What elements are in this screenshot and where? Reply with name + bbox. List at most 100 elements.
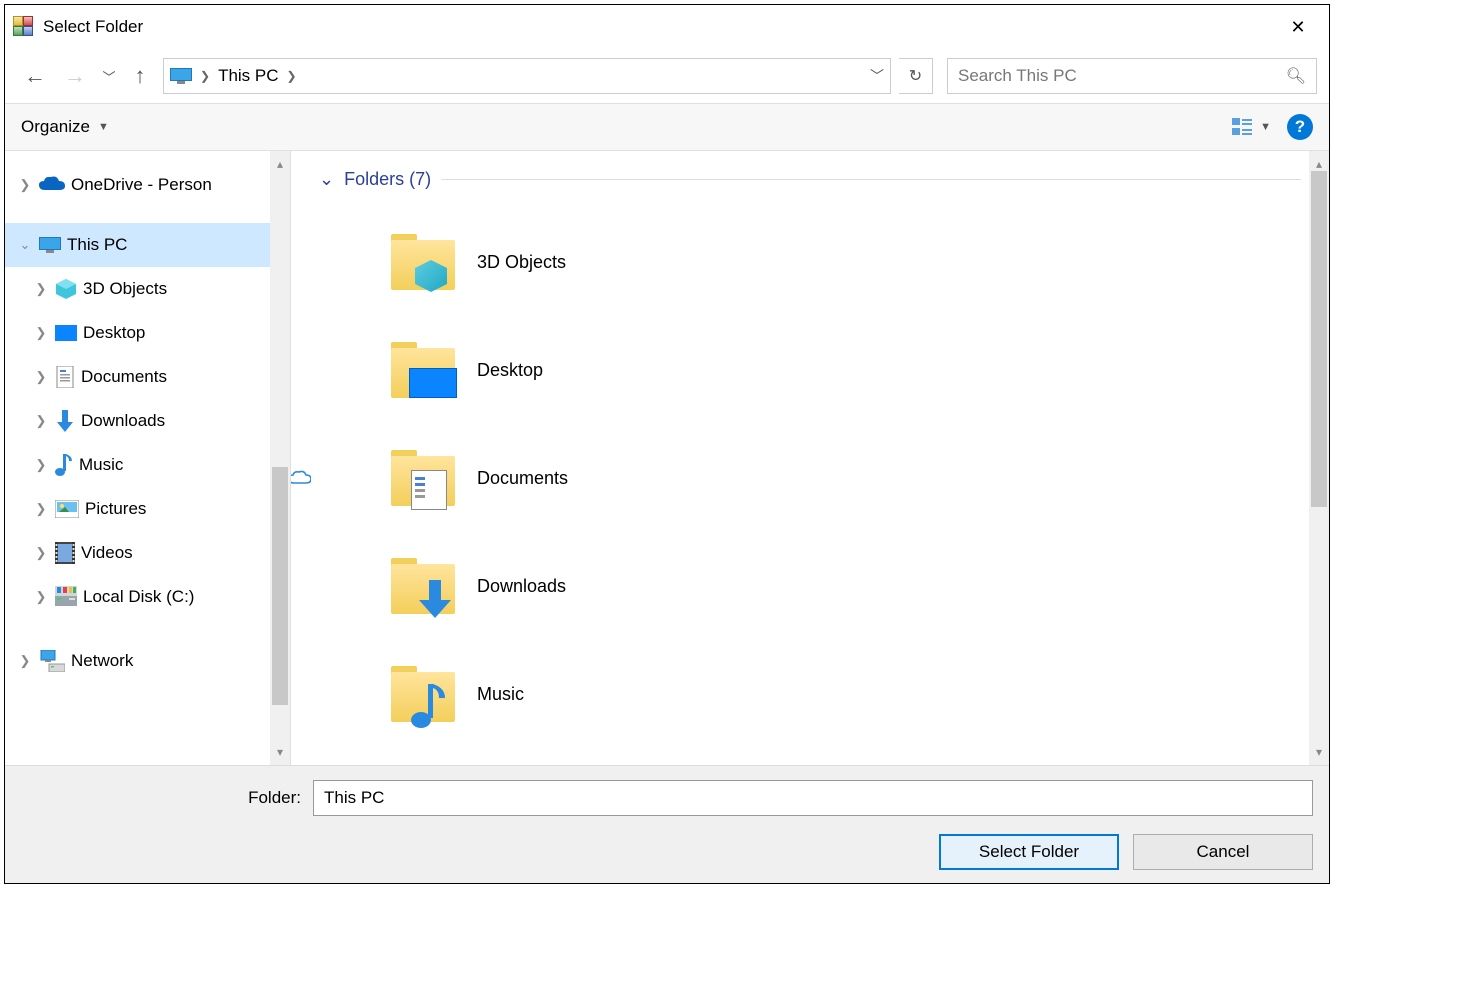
folder-label: 3D Objects: [477, 252, 566, 273]
expand-icon[interactable]: ❯: [33, 369, 49, 385]
desktop-icon: [55, 325, 77, 341]
navigation-bar: ← → ﹀ ↑ ❯ This PC ❯ ﹀ ↻ Search This PC 🔍…: [5, 49, 1329, 103]
tree-item-downloads[interactable]: ❯ Downloads: [5, 399, 290, 443]
folder-item-desktop[interactable]: Desktop: [319, 316, 1301, 424]
tree-item-documents[interactable]: ❯ Documents: [5, 355, 290, 399]
pc-icon: [39, 237, 61, 253]
folder-label: Downloads: [477, 576, 566, 597]
tree-item-pictures[interactable]: ❯ Pictures: [5, 487, 290, 531]
address-dropdown-icon[interactable]: ﹀: [870, 66, 884, 86]
downloads-icon: [55, 410, 75, 432]
pc-icon: [170, 68, 192, 84]
scroll-up-icon[interactable]: ▴: [277, 157, 283, 171]
chevron-down-icon: ⌄: [319, 169, 334, 190]
expand-icon[interactable]: ❯: [33, 501, 49, 517]
expand-icon[interactable]: ❯: [33, 545, 49, 561]
help-button[interactable]: ?: [1287, 114, 1313, 140]
dialog-title: Select Folder: [43, 17, 1275, 37]
chevron-right-icon[interactable]: ❯: [287, 69, 297, 83]
folder-icon: [389, 232, 459, 292]
expand-icon[interactable]: ❯: [33, 281, 49, 297]
titlebar: Select Folder ✕: [5, 5, 1329, 49]
tree-label: Network: [71, 651, 133, 671]
tree-item-desktop[interactable]: ❯ Desktop: [5, 311, 290, 355]
search-placeholder: Search This PC: [958, 66, 1077, 86]
scroll-down-icon[interactable]: ▾: [1316, 745, 1322, 759]
folder-icon: [389, 340, 459, 400]
footer: Folder: Select Folder Cancel: [5, 765, 1329, 883]
app-icon: [13, 16, 35, 38]
tree-item-music[interactable]: ❯ Music: [5, 443, 290, 487]
cube-icon: [55, 278, 77, 300]
up-button[interactable]: ↑: [125, 63, 155, 89]
select-folder-button[interactable]: Select Folder: [939, 834, 1119, 870]
chevron-right-icon: ❯: [200, 69, 210, 83]
organize-button[interactable]: Organize ▼: [21, 117, 109, 137]
scroll-down-icon[interactable]: ▾: [277, 745, 283, 759]
search-input[interactable]: Search This PC 🔍︎: [947, 58, 1317, 94]
chevron-down-icon: ▼: [98, 121, 109, 133]
address-location[interactable]: This PC: [218, 66, 278, 86]
music-note-icon: [411, 682, 447, 733]
expand-icon[interactable]: ❯: [33, 413, 49, 429]
refresh-button[interactable]: ↻: [899, 58, 933, 94]
organize-label: Organize: [21, 117, 90, 137]
tree-item-onedrive[interactable]: ❯ OneDrive - Person: [5, 163, 290, 207]
content-scrollbar[interactable]: ▴ ▾: [1309, 151, 1329, 765]
scroll-thumb[interactable]: [1311, 171, 1327, 507]
disk-icon: [55, 586, 77, 608]
folders-group-header[interactable]: ⌄ Folders (7): [319, 169, 1301, 190]
cancel-button[interactable]: Cancel: [1133, 834, 1313, 870]
view-options-button[interactable]: ▼: [1232, 118, 1271, 136]
scroll-up-icon[interactable]: ▴: [1316, 157, 1322, 171]
back-button[interactable]: ←: [17, 58, 53, 94]
expand-icon[interactable]: ❯: [33, 589, 49, 605]
tree-item-this-pc[interactable]: ⌄ This PC: [5, 223, 290, 267]
tree-label: 3D Objects: [83, 279, 167, 299]
network-icon: [39, 650, 65, 672]
address-bar[interactable]: ❯ This PC ❯ ﹀: [163, 58, 891, 94]
folder-item-documents[interactable]: Documents: [319, 424, 1301, 532]
expand-icon[interactable]: ❯: [33, 325, 49, 341]
expand-icon[interactable]: ❯: [17, 653, 33, 669]
folder-item-3d-objects[interactable]: 3D Objects: [319, 208, 1301, 316]
tree-item-local-disk[interactable]: ❯ Local Disk (C:): [5, 575, 290, 619]
group-header-label: Folders (7): [344, 169, 431, 190]
close-button[interactable]: ✕: [1275, 11, 1321, 43]
view-options-icon: [1232, 118, 1254, 136]
tree-label: Pictures: [85, 499, 146, 519]
tree-label: Desktop: [83, 323, 145, 343]
tree-label: Videos: [81, 543, 133, 563]
desktop-icon: [409, 368, 457, 398]
collapse-icon[interactable]: ⌄: [17, 237, 33, 253]
cloud-status-icon: [291, 470, 311, 486]
folder-item-music[interactable]: Music: [319, 640, 1301, 748]
tree-label: OneDrive - Person: [71, 175, 212, 195]
select-folder-dialog: Select Folder ✕ ← → ﹀ ↑ ❯ This PC ❯ ﹀ ↻ …: [4, 4, 1330, 884]
folder-name-input[interactable]: [313, 780, 1313, 816]
tree-scrollbar[interactable]: ▴ ▾: [270, 151, 290, 765]
folder-icon: [389, 556, 459, 616]
chevron-down-icon: ▼: [1260, 121, 1271, 133]
music-icon: [55, 454, 73, 476]
folder-icon: [389, 448, 459, 508]
divider: [441, 179, 1301, 180]
recent-locations-button[interactable]: ﹀: [97, 67, 121, 86]
scroll-thumb[interactable]: [272, 467, 288, 705]
expand-icon[interactable]: ❯: [17, 177, 33, 193]
expand-icon[interactable]: ❯: [33, 457, 49, 473]
tree-item-videos[interactable]: ❯ Videos: [5, 531, 290, 575]
tree-label: Downloads: [81, 411, 165, 431]
body-area: ❯ OneDrive - Person ⌄ This PC ❯ 3D Objec…: [5, 151, 1329, 765]
folder-item-downloads[interactable]: Downloads: [319, 532, 1301, 640]
folder-icon: [389, 664, 459, 724]
folder-label: Desktop: [477, 360, 543, 381]
tree-label: Music: [79, 455, 123, 475]
forward-button[interactable]: →: [57, 58, 93, 94]
tree-item-network[interactable]: ❯ Network: [5, 639, 290, 683]
tree-item-3d-objects[interactable]: ❯ 3D Objects: [5, 267, 290, 311]
tree-label: Documents: [81, 367, 167, 387]
documents-icon: [55, 366, 75, 388]
folder-label: Documents: [477, 468, 568, 489]
tree-label: Local Disk (C:): [83, 587, 194, 607]
